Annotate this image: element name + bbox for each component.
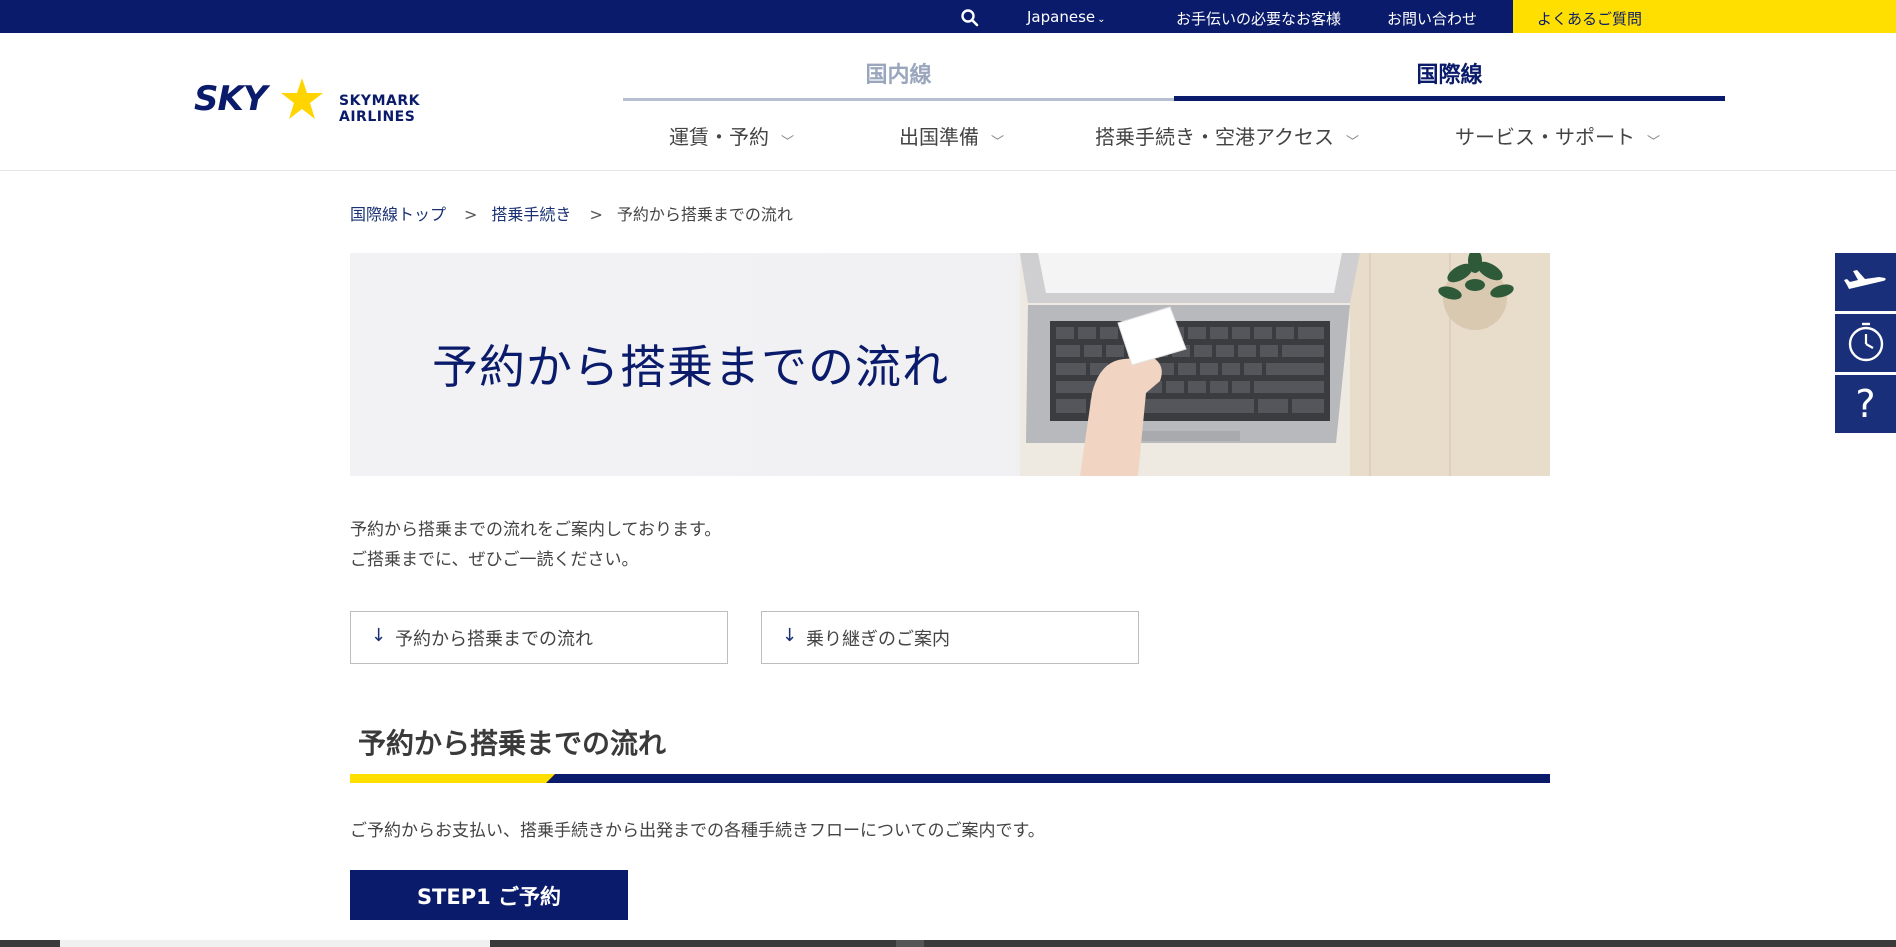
- nav-label: サービス・サポート: [1455, 125, 1635, 149]
- breadcrumb-current: 予約から搭乗までの流れ: [616, 205, 793, 224]
- section-divider: [350, 774, 1550, 783]
- utility-bar: Japanese ⌄ お手伝いの必要なお客様 お問い合わせ よくあるご質問: [0, 0, 1896, 33]
- nav-checkin-access[interactable]: 搭乗手続き・空港アクセス ﹀: [1095, 121, 1359, 150]
- tab-domestic[interactable]: 国内線: [623, 51, 1174, 101]
- chevron-down-icon: ﹀: [991, 135, 1005, 150]
- section-heading: 予約から搭乗までの流れ: [358, 727, 667, 760]
- intro-line: ご搭乗までに、ぜひご一読ください。: [350, 550, 639, 570]
- nav-fares-booking[interactable]: 運賃・予約 ﹀: [669, 121, 794, 150]
- scroll-segment: [896, 940, 924, 947]
- site-header: SKY SKYMARK AIRLINES 国内線 国際線 運賃・予約 ﹀ 出国準備…: [0, 33, 1896, 171]
- assistance-link[interactable]: お手伝いの必要なお客様: [1176, 8, 1341, 29]
- page-title: 予約から搭乗までの流れ: [432, 340, 949, 394]
- svg-text:?: ?: [1855, 382, 1875, 426]
- airplane-icon: [1844, 270, 1886, 289]
- contact-link[interactable]: お問い合わせ: [1387, 8, 1477, 29]
- intro-line: 予約から搭乗までの流れをご案内しております。: [350, 520, 722, 540]
- clock-icon: [1848, 322, 1884, 362]
- question-icon: ?: [1855, 382, 1875, 426]
- skymark-logo[interactable]: SKY SKYMARK AIRLINES: [194, 77, 494, 125]
- anchor-label: 乗り継ぎのご案内: [806, 629, 950, 650]
- anchor-booking-flow[interactable]: ↓ 予約から搭乗までの流れ: [350, 611, 728, 664]
- language-selector[interactable]: Japanese ⌄: [1027, 8, 1106, 26]
- nav-departure-prep[interactable]: 出国準備 ﹀: [899, 121, 1004, 150]
- scroll-segment: [60, 940, 490, 947]
- bottom-scroll-strip: [0, 940, 1896, 947]
- breadcrumb-separator: >: [589, 205, 603, 224]
- logo-mark: SKY: [194, 79, 267, 119]
- section-description: ご予約からお支払い、搭乗手続きから出発までの各種手続きフローについてのご案内です…: [350, 821, 1045, 841]
- star-icon: [281, 78, 323, 119]
- help-button[interactable]: ?: [1835, 375, 1896, 433]
- arrow-down-icon: ↓: [782, 625, 798, 646]
- nav-label: 運賃・予約: [669, 125, 769, 149]
- faq-link[interactable]: よくあるご質問: [1513, 0, 1896, 33]
- nav-service-support[interactable]: サービス・サポート ﹀: [1455, 121, 1660, 150]
- timetable-button[interactable]: [1835, 314, 1896, 372]
- hero-laptop-image: [1020, 253, 1550, 476]
- tab-international[interactable]: 国際線: [1174, 51, 1725, 101]
- language-label: Japanese: [1027, 8, 1096, 26]
- breadcrumb-checkin[interactable]: 搭乗手続き: [491, 205, 571, 224]
- intro-text: 予約から搭乗までの流れをご案内しております。 ご搭乗までに、ぜひご一読ください。: [350, 515, 721, 575]
- chevron-down-icon: ﹀: [1346, 135, 1360, 150]
- breadcrumb-separator: >: [464, 205, 478, 224]
- anchor-label: 予約から搭乗までの流れ: [395, 629, 593, 650]
- breadcrumb-international-top[interactable]: 国際線トップ: [350, 205, 446, 224]
- nav-label: 搭乗手続き・空港アクセス: [1095, 125, 1334, 149]
- chevron-down-icon: ﹀: [1647, 135, 1661, 150]
- flight-status-button[interactable]: [1835, 253, 1896, 311]
- chevron-down-icon: ⌄: [1097, 14, 1106, 25]
- logo-text: SKYMARK AIRLINES: [339, 93, 420, 125]
- chevron-down-icon: ﹀: [781, 135, 795, 150]
- step1-button[interactable]: STEP1 ご予約: [350, 870, 628, 920]
- anchor-transfer-info[interactable]: ↓ 乗り継ぎのご案内: [761, 611, 1139, 664]
- nav-label: 出国準備: [899, 125, 979, 149]
- hero-banner: 予約から搭乗までの流れ: [350, 253, 1550, 476]
- search-icon[interactable]: [960, 8, 980, 28]
- arrow-down-icon: ↓: [371, 625, 387, 646]
- breadcrumb: 国際線トップ > 搭乗手続き > 予約から搭乗までの流れ: [350, 201, 793, 225]
